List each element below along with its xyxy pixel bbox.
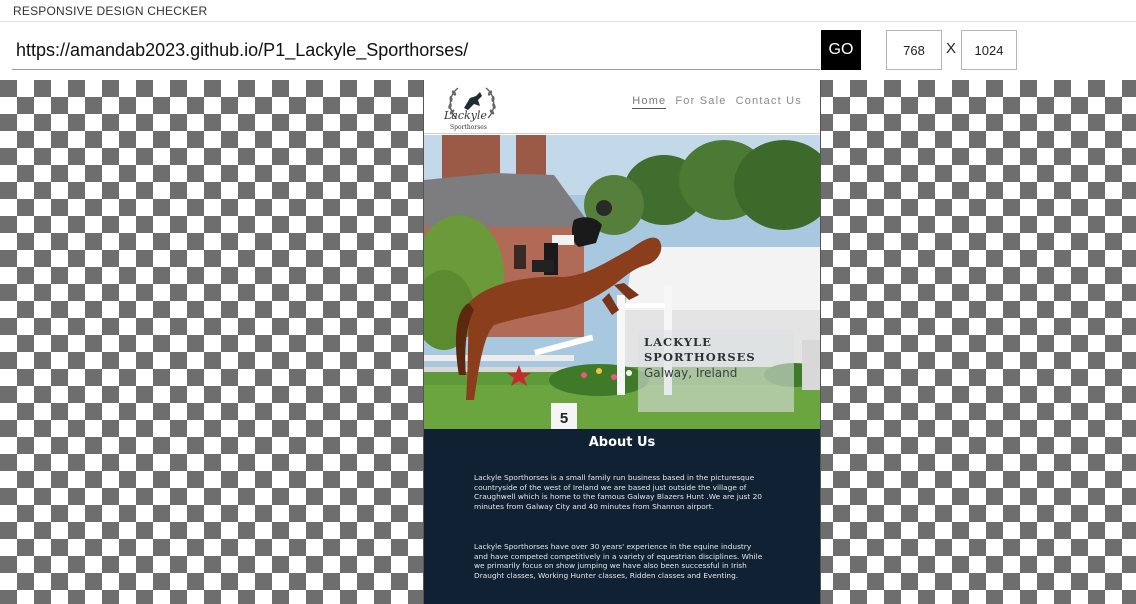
fence-number: 5 [560,410,568,427]
hero-name-line2: SPORTHORSES [644,350,756,364]
about-paragraph-1: Lackyle Sporthorses is a small family ru… [474,473,763,512]
header-divider [424,133,820,134]
url-input[interactable] [16,38,816,62]
device-preview-frame[interactable]: Lackyle Sporthorses Home For Sale Contac… [423,80,821,604]
nav-link-home[interactable]: Home [632,95,667,109]
nav-link-for-sale[interactable]: For Sale [675,95,726,109]
hero-location: Galway, Ireland [644,366,738,380]
url-bar[interactable] [12,30,820,70]
about-title: About Us [588,435,656,450]
dimension-separator: X [946,40,957,57]
height-input[interactable]: 1024 [961,30,1017,70]
nav-link-contact-us[interactable]: Contact Us [736,95,802,109]
site-header: Lackyle Sporthorses Home For Sale Contac… [424,80,820,135]
app-title: RESPONSIVE DESIGN CHECKER [13,4,208,18]
logo-subtitle: Sporthorses [450,124,487,131]
go-button[interactable]: GO [821,30,861,70]
width-input[interactable]: 768 [886,30,942,70]
logo-script-text: Lackyle [444,109,487,122]
about-section: About Us Lackyle Sporthorses is a small … [424,429,820,604]
hero-caption-box: LACKYLE SPORTHORSES Galway, Ireland [638,330,794,412]
app-titlebar: RESPONSIVE DESIGN CHECKER [0,0,1136,22]
site-nav: Home For Sale Contact Us [632,95,802,109]
about-paragraph-2: Lackyle Sporthorses have over 30 years' … [474,542,763,581]
hero-name-line1: LACKYLE [644,335,712,349]
hero-image: 5 LACKYLE SPORTHORSES Galway, Ireland [424,135,820,429]
